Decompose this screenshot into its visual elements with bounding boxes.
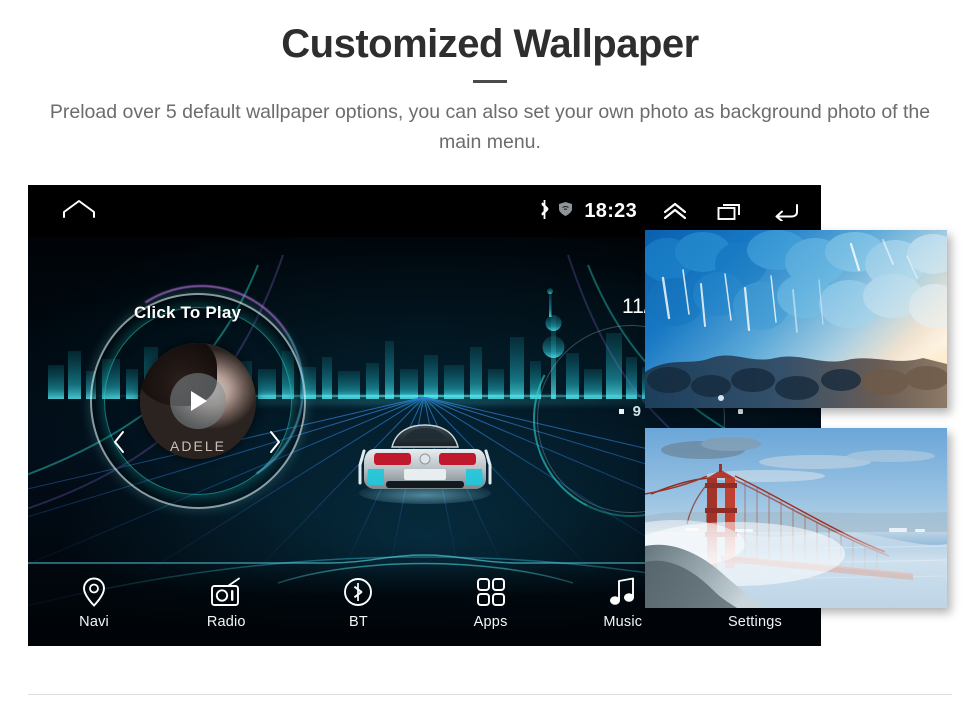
ice-cave-wallpaper-image [645,230,947,408]
music-note-icon [609,577,637,607]
nav-label-music: Music [603,613,643,630]
nav-label-apps: Apps [473,613,508,630]
page-subtitle: Preload over 5 default wallpaper options… [49,100,931,154]
nav-label-navi: Navi [79,613,109,630]
chevron-left-icon[interactable] [112,430,126,458]
bluetooth-icon [538,199,551,224]
nav-item-bt[interactable]: BT [292,577,424,630]
apps-grid-icon [476,577,506,607]
car-illustration [358,424,491,504]
nav-item-radio[interactable]: Radio [160,577,292,630]
home-icon[interactable] [62,199,96,224]
gauge-value: 9 [618,403,641,420]
album-art[interactable]: ADELE [140,343,256,459]
golden-gate-bridge-wallpaper[interactable] [645,428,947,608]
nav-label-settings: Settings [727,613,782,630]
radio-icon [210,577,242,607]
status-indicators: 18:23 [538,199,821,224]
back-arrow-icon[interactable] [773,201,799,221]
chevron-right-icon[interactable] [268,430,282,458]
nav-item-apps[interactable]: Apps [425,577,557,630]
bluetooth-icon [343,577,373,607]
title-divider [473,79,507,83]
clock-time: 18:23 [584,199,637,222]
wifi-shield-icon [558,201,573,222]
bottom-divider [28,694,952,695]
click-to-play-label[interactable]: Click To Play [134,303,241,323]
nav-label-bt: BT [348,613,368,630]
play-icon[interactable] [170,373,226,429]
album-artist-label: ADELE [170,438,226,454]
ice-cave-wallpaper[interactable] [645,230,947,408]
page-header: Customized Wallpaper Preload over 5 defa… [0,0,980,157]
recent-apps-icon[interactable] [717,201,743,221]
map-pin-icon [81,577,107,607]
wallpaper-feature-page: Customized Wallpaper Preload over 5 defa… [0,0,980,703]
gauge-tick [738,409,743,414]
page-title: Customized Wallpaper [281,22,699,66]
golden-gate-bridge-wallpaper-image [645,428,947,608]
nav-label-radio: Radio [206,613,246,630]
double-chevron-up-icon[interactable] [663,201,687,221]
nav-item-navi[interactable]: Navi [28,577,160,630]
